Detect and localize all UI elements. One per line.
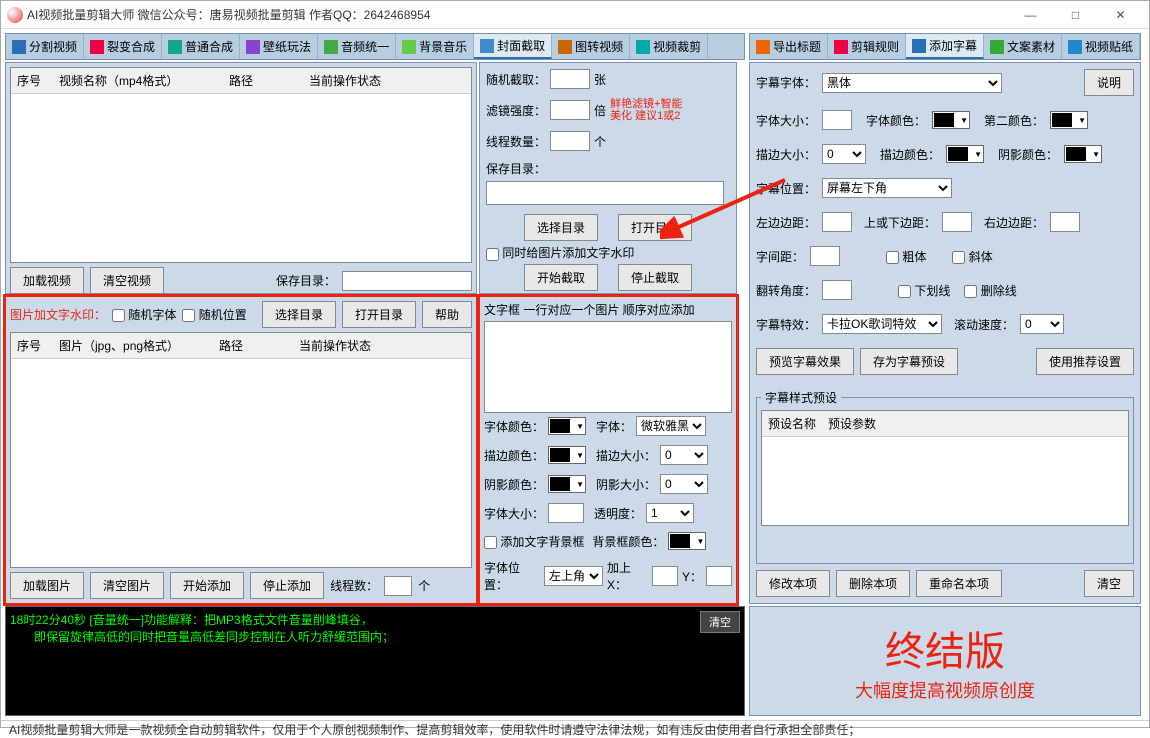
add-watermark-check[interactable]: 同时给图片添加文字水印 xyxy=(486,244,730,261)
bgcolor-picker[interactable]: ▼ xyxy=(668,532,706,550)
random-pos-check[interactable]: 随机位置 xyxy=(182,306,246,323)
brand-panel: 终结版 大幅度提高视频原创度 xyxy=(749,606,1141,716)
addy-input[interactable] xyxy=(706,566,732,586)
thread-count-input[interactable] xyxy=(550,131,590,151)
random-font-check[interactable]: 随机字体 xyxy=(112,306,176,323)
start-add-button[interactable]: 开始添加 xyxy=(170,572,244,599)
strikeout-check[interactable]: 删除线 xyxy=(964,282,1016,299)
close-button[interactable]: ✕ xyxy=(1098,1,1143,29)
titlebar: AI视频批量剪辑大师 微信公众号：唐易视频批量剪辑 作者QQ：264246895… xyxy=(1,1,1149,29)
choose-dir-button[interactable]: 选择目录 xyxy=(262,301,336,328)
tabs-right: 导出标题 剪辑规则 添加字幕 文案素材 视频贴纸 xyxy=(749,33,1141,60)
rotate-input[interactable] xyxy=(822,280,852,300)
tab-normal-compose[interactable]: 普通合成 xyxy=(162,34,240,59)
fx-select[interactable]: 卡拉OK歌词特效 xyxy=(822,314,942,334)
tab-sticker[interactable]: 视频贴纸 xyxy=(1062,34,1140,59)
opacity-select[interactable]: 1 xyxy=(646,503,694,523)
cover-choosedir-button[interactable]: 选择目录 xyxy=(524,214,598,241)
preset-fieldset: 字幕样式预设 预设名称 预设参数 xyxy=(756,389,1134,564)
tab-split-video[interactable]: 分割视频 xyxy=(6,34,84,59)
log-panel: 清空 18时22分40秒 [音量统一]功能解释：把MP3格式文件音量削峰填谷， … xyxy=(5,606,745,716)
rmargin-input[interactable] xyxy=(1050,212,1080,232)
font-size-input[interactable] xyxy=(548,503,584,523)
tab-edit-rule[interactable]: 剪辑规则 xyxy=(828,34,906,59)
help-button[interactable]: 帮助 xyxy=(422,301,472,328)
shadow-size-select[interactable]: 0 xyxy=(660,474,708,494)
stroke-size-select[interactable]: 0 xyxy=(660,445,708,465)
font-select[interactable]: 微软雅黑 xyxy=(636,416,706,436)
tabs-left: 分割视频 裂变合成 普通合成 壁纸玩法 音频统一 背景音乐 封面截取 图转视频 … xyxy=(5,33,745,60)
lmargin-input[interactable] xyxy=(822,212,852,232)
tab-fission[interactable]: 裂变合成 xyxy=(84,34,162,59)
log-clear-button[interactable]: 清空 xyxy=(700,611,740,633)
load-image-button[interactable]: 加载图片 xyxy=(10,572,84,599)
stop-add-button[interactable]: 停止添加 xyxy=(250,572,324,599)
tab-audio-unify[interactable]: 音频统一 xyxy=(318,34,396,59)
stroke-color-picker[interactable]: ▼ xyxy=(548,446,586,464)
maximize-button[interactable]: □ xyxy=(1053,1,1098,29)
load-video-button[interactable]: 加载视频 xyxy=(10,267,84,294)
sub-color2-picker[interactable]: ▼ xyxy=(1050,111,1088,129)
underline-check[interactable]: 下划线 xyxy=(898,282,950,299)
clear-image-button[interactable]: 清空图片 xyxy=(90,572,164,599)
preset-grid[interactable]: 预设名称 预设参数 xyxy=(761,410,1129,526)
sub-strokecolor-picker[interactable]: ▼ xyxy=(946,145,984,163)
app-icon xyxy=(7,7,23,23)
sub-shadowcolor-picker[interactable]: ▼ xyxy=(1064,145,1102,163)
sub-font-select[interactable]: 黑体 xyxy=(822,73,1002,93)
start-capture-button[interactable]: 开始截取 xyxy=(524,264,598,291)
tab-bgm[interactable]: 背景音乐 xyxy=(396,34,474,59)
shadow-color-picker[interactable]: ▼ xyxy=(548,475,586,493)
clear-preset-button[interactable]: 清空 xyxy=(1084,570,1134,597)
italic-check[interactable]: 斜体 xyxy=(952,248,992,265)
open-dir-button[interactable]: 打开目录 xyxy=(342,301,416,328)
rand-count-input[interactable] xyxy=(550,69,590,89)
minimize-button[interactable]: — xyxy=(1008,1,1053,29)
use-rec-button[interactable]: 使用推荐设置 xyxy=(1036,348,1134,375)
tab-copywriting[interactable]: 文案素材 xyxy=(984,34,1062,59)
tab-wallpaper[interactable]: 壁纸玩法 xyxy=(240,34,318,59)
modify-button[interactable]: 修改本项 xyxy=(756,570,830,597)
tab-add-subtitle[interactable]: 添加字幕 xyxy=(906,34,984,59)
bold-check[interactable]: 粗体 xyxy=(886,248,926,265)
add-textbg-check[interactable]: 添加文字背景框 xyxy=(484,533,584,550)
cover-opendir-button[interactable]: 打开目录 xyxy=(618,214,692,241)
tab-video-crop[interactable]: 视频裁剪 xyxy=(630,34,708,59)
watermark-text-input[interactable] xyxy=(484,321,732,413)
footer: AI视频批量剪辑大师是一款视频全自动剪辑软件，仅用于个人原创视频制作、提高剪辑效… xyxy=(1,720,1149,738)
save-preset-button[interactable]: 存为字幕预设 xyxy=(860,348,958,375)
addx-input[interactable] xyxy=(652,566,678,586)
sub-stroke-select[interactable]: 0 xyxy=(822,144,866,164)
image-grid[interactable]: 序号 图片（jpg、png格式） 路径 当前操作状态 xyxy=(10,332,472,568)
cover-savedir-input[interactable] xyxy=(486,181,724,205)
save-dir-input[interactable] xyxy=(342,271,472,291)
spacing-input[interactable] xyxy=(810,246,840,266)
tab-cover-capture[interactable]: 封面截取 xyxy=(474,34,552,59)
sub-fontcolor-picker[interactable]: ▼ xyxy=(932,111,970,129)
window-title: AI视频批量剪辑大师 微信公众号：唐易视频批量剪辑 作者QQ：264246895… xyxy=(27,6,1008,23)
tbmargin-input[interactable] xyxy=(942,212,972,232)
font-color-picker[interactable]: ▼ xyxy=(548,417,586,435)
scroll-speed-select[interactable]: 0 xyxy=(1020,314,1064,334)
sub-size-input[interactable] xyxy=(822,110,852,130)
font-pos-select[interactable]: 左上角 xyxy=(544,566,603,586)
tab-img-to-video[interactable]: 图转视频 xyxy=(552,34,630,59)
explain-button[interactable]: 说明 xyxy=(1084,69,1134,96)
preview-sub-button[interactable]: 预览字幕效果 xyxy=(756,348,854,375)
delete-button[interactable]: 删除本项 xyxy=(836,570,910,597)
rename-button[interactable]: 重命名本项 xyxy=(916,570,1002,597)
filter-strength-input[interactable] xyxy=(550,100,590,120)
video-grid[interactable]: 序号 视频名称（mp4格式） 路径 当前操作状态 xyxy=(10,67,472,263)
tab-export-title[interactable]: 导出标题 xyxy=(750,34,828,59)
clear-video-button[interactable]: 清空视频 xyxy=(90,267,164,294)
stop-capture-button[interactable]: 停止截取 xyxy=(618,264,692,291)
threads-input[interactable] xyxy=(384,576,412,596)
sub-pos-select[interactable]: 屏幕左下角 xyxy=(822,178,952,198)
